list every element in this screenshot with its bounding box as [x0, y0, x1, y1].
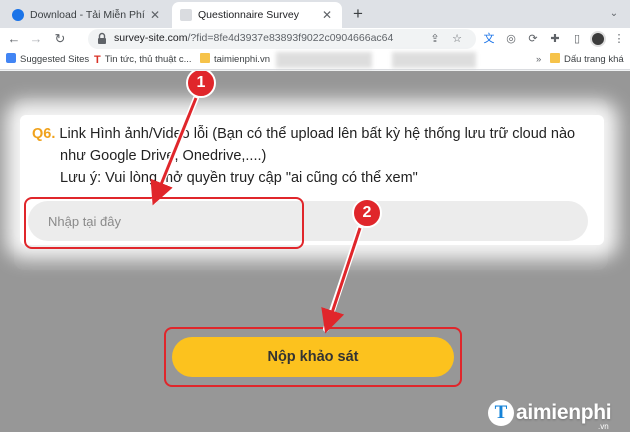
- back-arrow-icon[interactable]: ←: [6, 31, 22, 47]
- close-icon[interactable]: ✕: [148, 8, 162, 22]
- question-text: Q6. Link Hình ảnh/Video lỗi (Bạn có thể u…: [32, 123, 602, 189]
- bookmark-other[interactable]: Dấu trang khá: [550, 53, 624, 67]
- bookmark-favicon-icon: T: [94, 54, 101, 66]
- address-bar[interactable]: survey-site.com/?fid=8fe4d3937e83893f902…: [88, 29, 476, 49]
- more-vert-icon[interactable]: ⋮: [612, 32, 626, 46]
- url-path: /?fid=8fe4d3937e83893f9022c0904666ac64: [187, 32, 394, 44]
- globe-icon[interactable]: ◎: [504, 32, 518, 46]
- bookmark-tin-tuc[interactable]: T Tin tức, thủ thuật c...: [94, 53, 192, 67]
- translate-icon[interactable]: 文: [482, 32, 496, 46]
- blurred-bookmarks: [392, 52, 476, 68]
- page-content: Q6. Link Hình ảnh/Video lỗi (Bạn có thể u…: [0, 71, 630, 432]
- share-icon[interactable]: ⇪: [428, 32, 442, 46]
- question-line-2: như Google Drive, Onedrive,....): [60, 148, 267, 164]
- tab-questionnaire-survey[interactable]: Questionnaire Survey ✕: [172, 2, 342, 28]
- bookmark-label: taimienphi.vn: [214, 54, 270, 65]
- bookmark-label: Tin tức, thủ thuật c...: [104, 54, 192, 65]
- side-panel-icon[interactable]: ▯: [570, 32, 584, 46]
- bookmarks-bar: Suggested Sites T Tin tức, thủ thuật c...…: [0, 50, 630, 70]
- tab-title: Questionnaire Survey: [198, 9, 299, 21]
- download-favicon-icon: [12, 9, 24, 21]
- bookmark-taimienphi[interactable]: taimienphi.vn: [200, 53, 270, 67]
- folder-icon: [550, 53, 560, 63]
- tab-download[interactable]: Download - Tải Miễn Phí VN - Ph ✕: [4, 2, 170, 28]
- logo-letter: T: [488, 400, 514, 426]
- url-host: survey-site.com: [114, 32, 188, 44]
- bookmark-suggested-sites[interactable]: Suggested Sites: [6, 53, 89, 67]
- bookmark-label: Suggested Sites: [20, 54, 90, 65]
- lock-icon: [98, 32, 106, 44]
- close-icon[interactable]: ✕: [320, 8, 334, 22]
- puzzle-icon[interactable]: ✚: [548, 32, 562, 46]
- blurred-bookmarks: [276, 52, 372, 68]
- bookmark-label: Dấu trang khá: [564, 54, 624, 65]
- question-line-1: Link Hình ảnh/Video lỗi (Bạn có thể uplo…: [59, 126, 576, 142]
- avatar[interactable]: [590, 31, 606, 47]
- apps-icon: [6, 53, 16, 63]
- page-favicon-icon: [180, 9, 192, 21]
- step-1-badge: 1: [186, 71, 216, 98]
- chevron-right-icon[interactable]: »: [536, 53, 541, 67]
- star-icon[interactable]: ☆: [450, 32, 464, 46]
- step-2-badge: 2: [352, 198, 382, 228]
- question-line-3: Lưu ý: Vui lòng mở quyền truy cập "ai cũ…: [60, 170, 418, 186]
- tab-strip: Download - Tải Miễn Phí VN - Ph ✕ Questi…: [0, 0, 630, 28]
- browser-toolbar: ← → ↻ survey-site.com/?fid=8fe4d3937e838…: [0, 28, 630, 50]
- address-url: survey-site.com/?fid=8fe4d3937e83893f902…: [114, 32, 393, 44]
- chevron-down-icon[interactable]: ⌄: [608, 8, 620, 20]
- forward-arrow-icon[interactable]: →: [28, 31, 44, 47]
- highlight-submit-button: [164, 327, 462, 387]
- refresh-extension-icon[interactable]: ⟳: [526, 32, 540, 46]
- question-number: Q6.: [32, 126, 56, 142]
- reload-icon[interactable]: ↻: [52, 31, 68, 47]
- new-tab-button[interactable]: +: [348, 4, 368, 24]
- folder-icon: [200, 53, 210, 63]
- logo-suffix: .vn: [598, 422, 609, 431]
- highlight-answer-field: [24, 197, 304, 249]
- tab-title: Download - Tải Miễn Phí VN - Ph: [30, 9, 148, 21]
